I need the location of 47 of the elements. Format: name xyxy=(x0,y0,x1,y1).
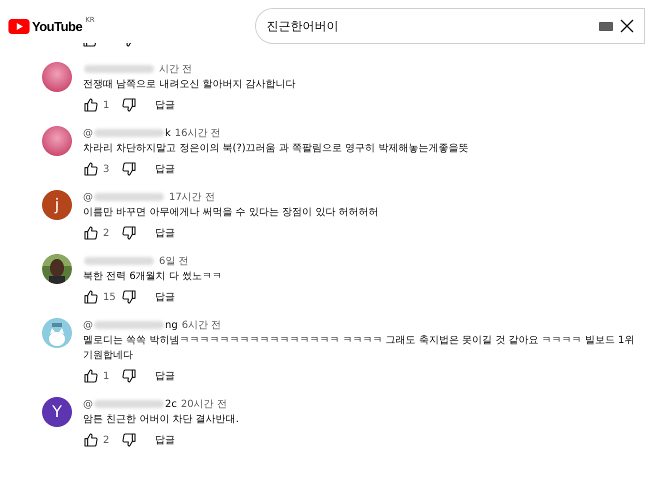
comment-time[interactable]: 시간 전 xyxy=(159,62,192,76)
blurred-username xyxy=(94,321,164,329)
blurred-username xyxy=(84,257,154,265)
logo-text[interactable]: YouTube xyxy=(32,18,82,34)
like-count: 2 xyxy=(103,226,110,240)
comment-text: 북한 전력 6개월치 다 썼노ㅋㅋ xyxy=(83,270,224,284)
avatar[interactable] xyxy=(42,126,72,156)
comment-time[interactable]: 6일 전 xyxy=(159,254,189,268)
reply-button[interactable]: 답글 xyxy=(155,368,175,384)
reply-button[interactable]: 답글 xyxy=(155,290,175,304)
comment-text: 멜로디는 쏙쏙 박히넴ㅋㅋㅋㅋㅋㅋㅋㅋㅋㅋㅋㅋㅋㅋㅋㅋ ㅋㅋㅋㅋ 그래도 축지법은 못이길 것 같아요 ㅋㅋㅋㅋ 빌보드 1위 기원합네다 xyxy=(83,334,635,363)
reply-button[interactable]: 답글 xyxy=(155,432,175,448)
keyboard-icon[interactable] xyxy=(598,22,613,30)
author-handle[interactable]: k xyxy=(165,126,171,140)
comment-text: 전쟁때 남쪽으로 내려오신 할아버지 감사합니다 xyxy=(83,78,297,92)
author-handle[interactable]: @ xyxy=(83,318,93,332)
avatar[interactable] xyxy=(42,62,72,92)
like-count: 3 xyxy=(103,162,110,176)
author-handle[interactable]: 2c xyxy=(165,396,177,412)
reply-button[interactable]: 답글 xyxy=(155,226,175,240)
comment-text: 이름만 바꾸면 아무에게나 써먹을 수 있다는 장점이 있다 허허허허 xyxy=(83,206,380,220)
like-count: 1 xyxy=(103,98,110,112)
search-field[interactable]: 진근한어버이 xyxy=(254,8,645,44)
avatar[interactable]: j xyxy=(42,190,72,220)
comment-text: 차라리 차단하지말고 정은이의 북(?)끄러움 과 쪽팔림으로 영구히 박제해놓는게좋을뜻 xyxy=(83,142,470,156)
like-count: 2 xyxy=(103,434,110,448)
author-handle[interactable]: @ xyxy=(83,190,93,204)
like-count: 15 xyxy=(103,290,117,304)
search-text: 진근한어버이 xyxy=(266,18,340,35)
author-handle[interactable]: @ xyxy=(83,126,93,140)
blurred-username xyxy=(84,65,154,73)
author-handle[interactable]: ng xyxy=(165,318,178,332)
reply-button[interactable]: 답글 xyxy=(155,98,175,112)
blurred-username xyxy=(94,400,164,408)
reply-button[interactable]: 답글 xyxy=(155,162,175,176)
comment-time[interactable]: 20시간 전 xyxy=(180,396,227,412)
comment-time[interactable]: 16시간 전 xyxy=(174,126,221,140)
like-count: 1 xyxy=(103,370,110,384)
avatar[interactable]: Y xyxy=(42,397,72,427)
comment-time[interactable]: 17시간 전 xyxy=(169,190,215,204)
comment-text: 암튼 친근한 어버이 차단 결사반대. xyxy=(83,413,240,427)
comment-time[interactable]: 6시간 전 xyxy=(182,318,222,332)
blurred-username xyxy=(94,129,164,137)
close-icon[interactable] xyxy=(618,18,635,34)
author-handle[interactable]: @ xyxy=(83,396,93,412)
blurred-username xyxy=(94,193,164,201)
play-logo-icon[interactable] xyxy=(8,18,30,34)
